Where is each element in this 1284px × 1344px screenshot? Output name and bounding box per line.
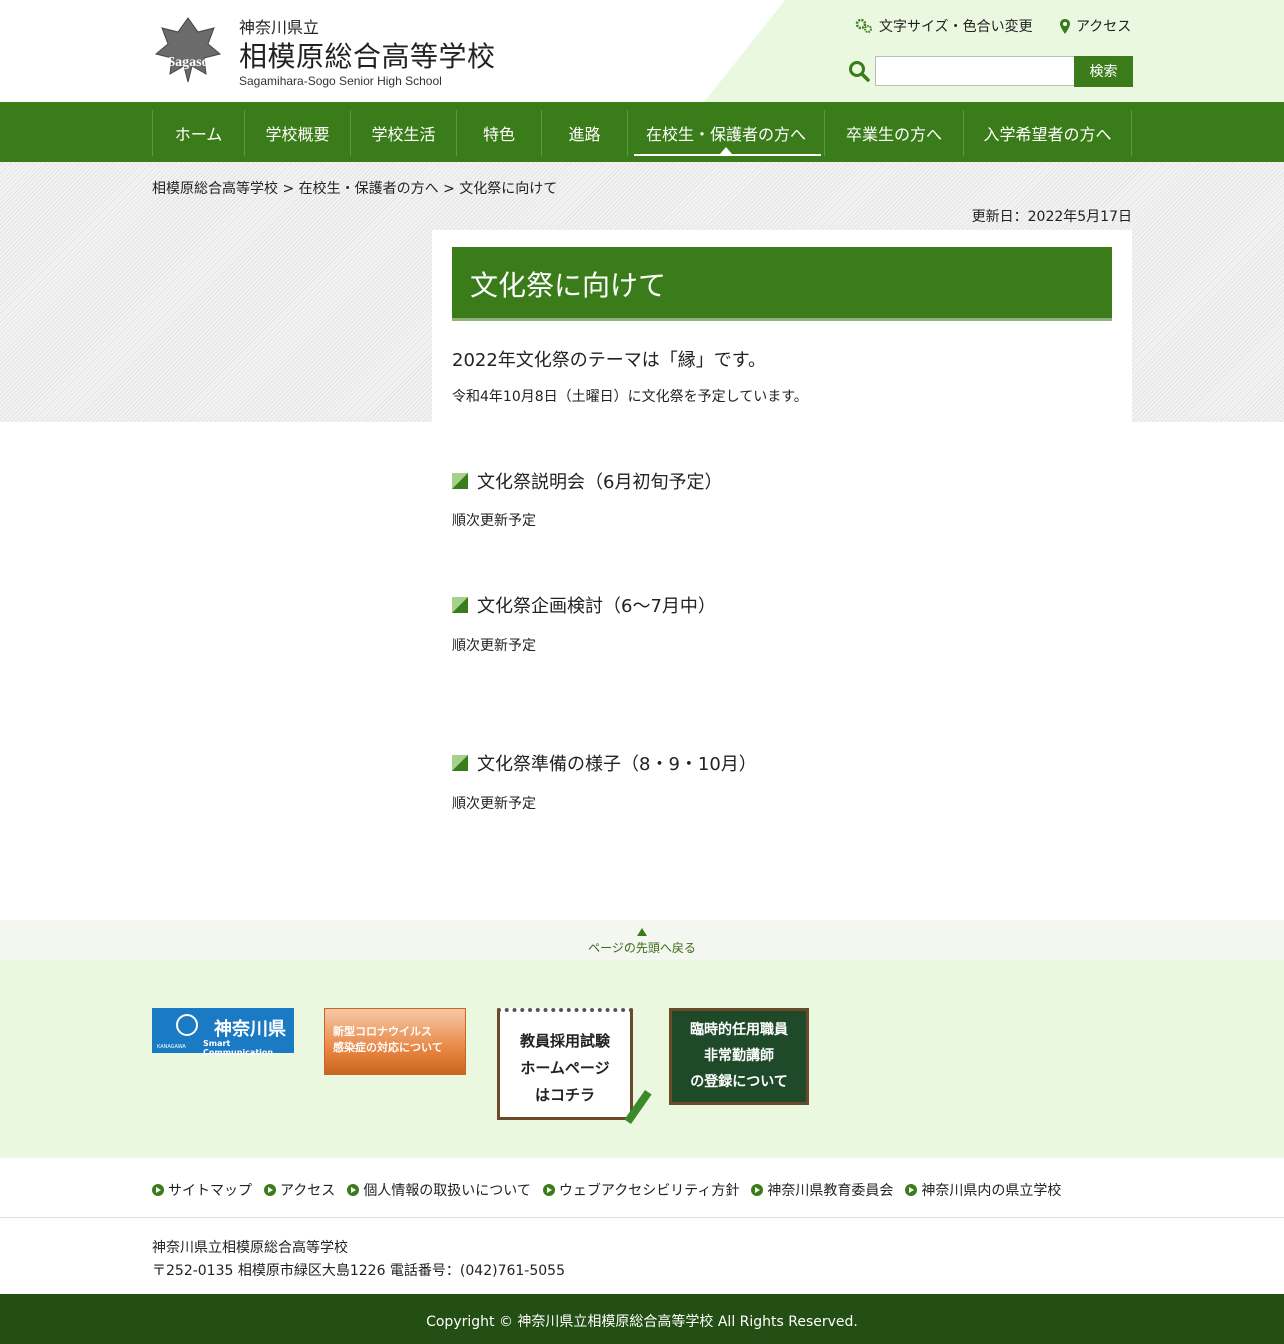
page-subtext: 令和4年10月8日（土曜日）に文化祭を予定しています。 — [452, 389, 808, 405]
kanagawa-banner-subtitle: Smart Communication — [203, 1039, 274, 1057]
section-heading: 文化祭準備の様子（8・9・10月） — [452, 750, 757, 776]
heading-marker-icon — [452, 755, 468, 771]
access-label: アクセス — [1076, 19, 1132, 35]
kanagawa-emblem-icon — [176, 1014, 198, 1036]
nav-item-about[interactable]: 学校概要 — [244, 110, 350, 156]
covid-response-banner[interactable]: 新型コロナウイルス 感染症の対応について — [324, 1008, 466, 1075]
footer-link-access[interactable]: アクセス — [264, 1180, 335, 1200]
section-text: 順次更新予定 — [452, 638, 536, 654]
page-title: 文化祭に向けて — [452, 247, 1112, 321]
nav-item-home[interactable]: ホーム — [152, 110, 244, 156]
school-logo[interactable]: Sagaso — [152, 14, 224, 86]
global-nav: ホーム 学校概要 学校生活 特色 進路 在校生・保護者の方へ 卒業生の方へ 入学… — [0, 102, 1284, 162]
circle-arrow-icon — [264, 1184, 276, 1196]
map-pin-icon — [1060, 18, 1070, 34]
school-name-en: Sagamihara-Sogo Senior High School — [239, 74, 442, 88]
kanagawa-banner-title: 神奈川県 — [214, 1019, 286, 1040]
kanagawa-banner-small: KANAGAWA — [157, 1044, 186, 1050]
nav-item-features[interactable]: 特色 — [456, 110, 541, 156]
teacher-banner-line1: 教員採用試験 — [519, 1032, 610, 1050]
circle-arrow-icon — [905, 1184, 918, 1196]
footer-link-sitemap[interactable]: サイトマップ — [152, 1180, 252, 1200]
footer-links: サイトマップ アクセス 個人情報の取扱いについて ウェブアクセシビリティ方針 神… — [152, 1180, 1073, 1200]
section-heading: 文化祭企画検討（6～7月中） — [452, 592, 716, 618]
footer-link-label: ウェブアクセシビリティ方針 — [558, 1183, 740, 1199]
back-to-top-label: ページの先頭へ戻る — [588, 941, 696, 955]
footer-address: 〒252-0135 相模原市緑区大島1226 電話番号：(042)761-505… — [152, 1263, 565, 1279]
teacher-banner-line2: ホームページ — [520, 1059, 610, 1077]
footer-school-name: 神奈川県立相模原総合高等学校 — [152, 1240, 348, 1256]
arrow-up-icon — [637, 928, 647, 936]
page-lead: 2022年文化祭のテーマは「縁」です。 — [452, 350, 767, 371]
footer-link-label: アクセス — [280, 1183, 336, 1199]
nav-item-school-life[interactable]: 学校生活 — [350, 110, 456, 156]
footer-link-privacy[interactable]: 個人情報の取扱いについて — [347, 1180, 531, 1200]
section-heading-text: 文化祭準備の様子（8・9・10月） — [477, 754, 757, 775]
search-button[interactable]: 検索 — [1074, 56, 1133, 87]
board-banner-line3: の登録について — [690, 1074, 788, 1090]
copyright: Copyright © 神奈川県立相模原総合高等学校 All Rights Re… — [0, 1294, 1284, 1344]
footer-link-label: サイトマップ — [168, 1183, 252, 1199]
teacher-banner-line3: はコチラ — [534, 1086, 595, 1104]
nav-item-applicants[interactable]: 入学希望者の方へ — [963, 110, 1132, 156]
font-size-color-label: 文字サイズ・色合い変更 — [879, 19, 1033, 35]
covid-banner-line2: 感染症の対応について — [333, 1041, 443, 1054]
footer-divider — [0, 1217, 1284, 1218]
board-banner-line1: 臨時的任用職員 — [690, 1022, 788, 1038]
circle-arrow-icon — [152, 1184, 164, 1196]
footer-link-label: 神奈川県内の県立学校 — [921, 1183, 1062, 1199]
back-to-top[interactable]: ページの先頭へ戻る — [0, 920, 1284, 960]
footer-link-prefectural-schools[interactable]: 神奈川県内の県立学校 — [905, 1180, 1061, 1200]
section-text: 順次更新予定 — [452, 796, 536, 812]
access-link[interactable]: アクセス — [1060, 16, 1131, 36]
covid-banner-line1: 新型コロナウイルス — [333, 1025, 432, 1038]
logo-text: Sagaso — [167, 55, 208, 70]
font-size-color-link[interactable]: 文字サイズ・色合い変更 — [855, 16, 1033, 36]
school-name[interactable]: 相模原総合高等学校 — [239, 35, 496, 75]
board-banner-line2: 非常勤講師 — [704, 1048, 774, 1064]
gear-icon — [855, 18, 872, 33]
footer-link-accessibility[interactable]: ウェブアクセシビリティ方針 — [542, 1180, 740, 1200]
section-heading-text: 文化祭企画検討（6～7月中） — [477, 596, 716, 617]
kanagawa-prefecture-banner[interactable]: 神奈川県 Smart Communication KANAGAWA — [152, 1008, 294, 1057]
section-text: 順次更新予定 — [452, 513, 536, 529]
nav-item-students-parents[interactable]: 在校生・保護者の方へ — [627, 110, 824, 156]
circle-arrow-icon — [751, 1184, 764, 1196]
footer-link-label: 神奈川県教育委員会 — [767, 1183, 894, 1199]
search-icon — [849, 61, 870, 82]
heading-marker-icon — [452, 473, 468, 489]
global-nav-list: ホーム 学校概要 学校生活 特色 進路 在校生・保護者の方へ 卒業生の方へ 入学… — [152, 110, 1132, 156]
nav-item-graduates[interactable]: 卒業生の方へ — [824, 110, 963, 156]
footer-link-board-of-education[interactable]: 神奈川県教育委員会 — [751, 1180, 893, 1200]
temporary-staff-banner[interactable]: 臨時的任用職員 非常勤講師 の登録について — [669, 1008, 809, 1105]
circle-arrow-icon — [347, 1184, 360, 1196]
search-input[interactable] — [875, 56, 1075, 86]
circle-arrow-icon — [542, 1184, 555, 1196]
breadcrumb[interactable]: 相模原総合高等学校 > 在校生・保護者の方へ > 文化祭に向けて — [152, 178, 557, 198]
section-heading-text: 文化祭説明会（6月初旬予定） — [477, 472, 723, 493]
heading-marker-icon — [452, 597, 468, 613]
site-header: Sagaso 神奈川県立 相模原総合高等学校 Sagamihara-Sogo S… — [0, 0, 1284, 102]
section-heading: 文化祭説明会（6月初旬予定） — [452, 468, 722, 494]
nav-item-career[interactable]: 進路 — [541, 110, 627, 156]
updated-date: 更新日：2022年5月17日 — [971, 209, 1132, 225]
footer-link-label: 個人情報の取扱いについて — [363, 1183, 531, 1199]
teacher-exam-banner[interactable]: 教員採用試験 ホームページ はコチラ — [497, 1008, 652, 1125]
banner-area: 神奈川県 Smart Communication KANAGAWA 新型コロナウ… — [0, 960, 1284, 1158]
